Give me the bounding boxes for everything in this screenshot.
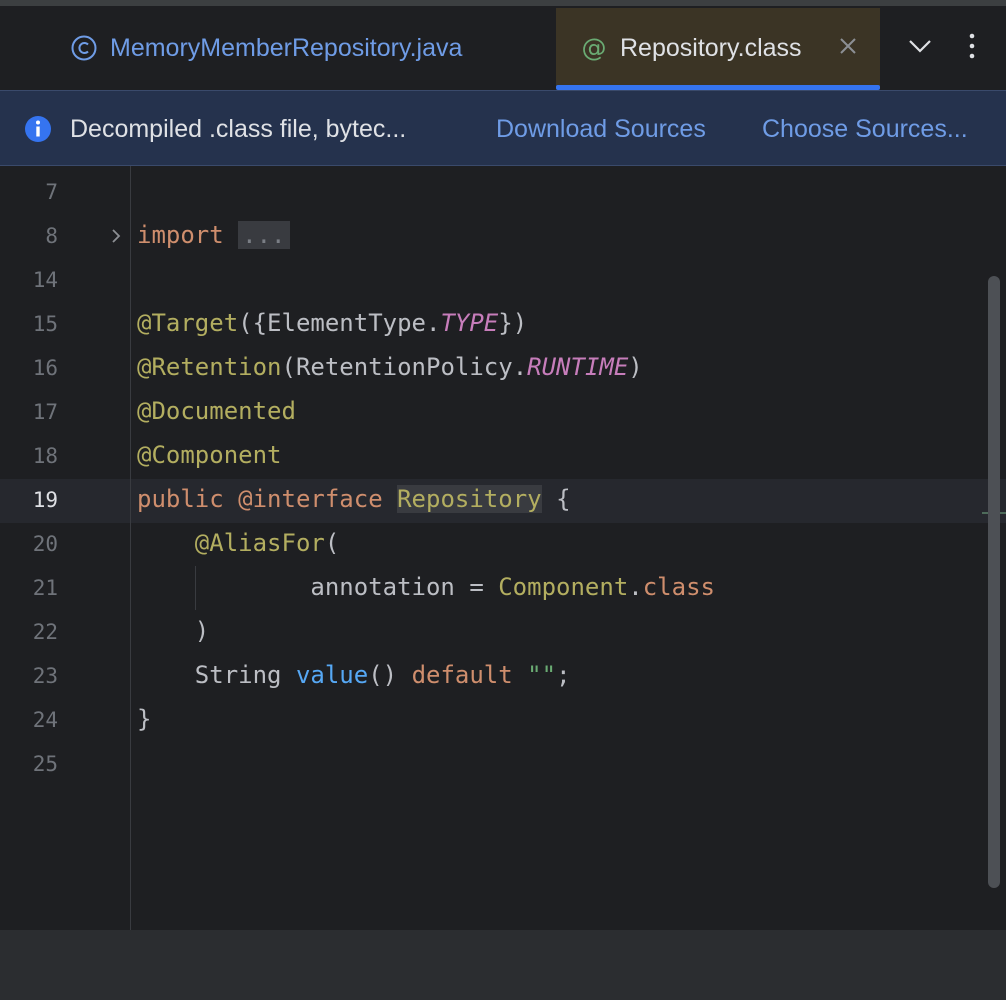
code-text: (): [368, 661, 398, 689]
constant: RUNTIME: [527, 353, 629, 381]
code-text: }): [498, 309, 528, 337]
download-sources-link[interactable]: Download Sources: [496, 115, 706, 144]
code-line-20: @AliasFor(: [137, 529, 340, 557]
string-literal: "": [527, 661, 557, 689]
annotation: @Component: [137, 441, 282, 469]
tab-repository-class[interactable]: @ Repository.class: [556, 8, 880, 90]
constant: TYPE: [440, 309, 499, 337]
code-text: ;: [556, 661, 571, 689]
line-number: 16: [32, 356, 58, 380]
annotation: @AliasFor: [194, 529, 325, 557]
code-line-24: }: [137, 705, 151, 733]
info-icon: [24, 115, 52, 148]
code-line-22: ): [137, 617, 209, 645]
chevron-right-icon[interactable]: [106, 226, 126, 251]
tab-memory-member-repository[interactable]: MemoryMemberRepository.java: [70, 8, 462, 88]
bottom-panel: [0, 930, 1006, 1000]
highlighted-identifier: Repository: [397, 485, 542, 513]
svg-text:@: @: [582, 34, 607, 62]
line-number: 20: [32, 532, 58, 556]
line-number: 14: [32, 268, 58, 292]
code-text: (RetentionPolicy.: [281, 353, 528, 381]
tab-label: Repository.class: [620, 33, 802, 62]
line-number: 22: [32, 620, 58, 644]
gutter-divider: [130, 166, 131, 930]
keyword: default: [411, 661, 513, 689]
keyword: import: [137, 221, 224, 249]
line-number: 23: [32, 664, 58, 688]
line-number: 7: [45, 180, 58, 204]
annotation: @Documented: [137, 397, 296, 425]
annotation-icon: @: [580, 34, 608, 62]
line-number: 18: [32, 444, 58, 468]
more-options-icon[interactable]: [958, 32, 986, 65]
code-line-16: @Retention(RetentionPolicy.RUNTIME): [137, 353, 643, 381]
code-text: ({ElementType.: [238, 309, 441, 337]
code-line-23: String value() default "";: [137, 661, 571, 689]
code-text: ): [194, 617, 210, 645]
decompiled-notification-banner: Decompiled .class file, bytec... Downloa…: [0, 90, 1006, 166]
class-reference: Component: [498, 573, 629, 601]
line-number: 8: [45, 224, 58, 248]
editor-tab-bar: MemoryMemberRepository.java @ Repository…: [0, 6, 1006, 91]
line-number-current: 19: [32, 488, 58, 512]
type-name: String: [194, 661, 282, 689]
annotation: @Retention: [137, 353, 282, 381]
line-number: 21: [32, 576, 58, 600]
code-editor[interactable]: 7 8 14 15 16 17 18 19 20 21 22 23 24 25 …: [0, 166, 1006, 930]
line-number: 25: [32, 752, 58, 776]
line-number: 24: [32, 708, 58, 732]
code-line-18: @Component: [137, 441, 282, 469]
code-line-17: @Documented: [137, 397, 296, 425]
keyword: @interface: [238, 485, 383, 513]
code-text: {: [556, 485, 571, 513]
code-line-19: public @interface Repository {: [137, 485, 571, 513]
code-line-8: import ...: [137, 221, 290, 249]
code-text: }: [137, 705, 152, 733]
close-icon[interactable]: [836, 34, 860, 58]
line-number: 15: [32, 312, 58, 336]
keyword: class: [642, 573, 715, 601]
chevron-down-icon[interactable]: [906, 32, 934, 65]
code-line-15: @Target({ElementType.TYPE}): [137, 309, 527, 337]
folded-imports[interactable]: ...: [238, 221, 290, 249]
choose-sources-link[interactable]: Choose Sources...: [762, 115, 968, 144]
annotation: @Target: [137, 309, 239, 337]
code-text: (: [324, 529, 340, 557]
code-line-21: annotation = Component.class: [137, 573, 715, 601]
code-text: .: [628, 573, 643, 601]
class-icon: [70, 34, 98, 62]
line-number: 17: [32, 400, 58, 424]
vertical-scrollbar[interactable]: [988, 276, 1000, 888]
notification-text: Decompiled .class file, bytec...: [70, 115, 407, 143]
code-text: ): [628, 353, 643, 381]
method-name: value: [295, 661, 369, 689]
keyword: public: [137, 485, 224, 513]
tab-label: MemoryMemberRepository.java: [110, 33, 463, 62]
code-text: annotation =: [310, 573, 484, 601]
